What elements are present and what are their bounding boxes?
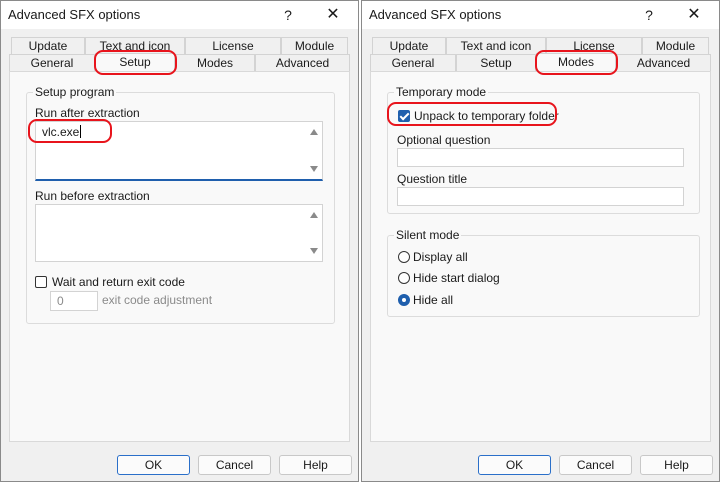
- exit-code-input[interactable]: 0: [50, 291, 98, 311]
- run-before-input[interactable]: [35, 204, 323, 262]
- tab-advanced[interactable]: Advanced: [616, 54, 711, 71]
- exit-code-value: 0: [57, 294, 64, 308]
- radio-hide-start-dialog[interactable]: [398, 272, 410, 284]
- window-title: Advanced SFX options: [8, 7, 141, 22]
- advanced-sfx-dialog-setup: Advanced SFX options ? ✕ Update Text and…: [0, 0, 359, 482]
- tab-row-back: Update Text and icon License Module: [11, 37, 348, 54]
- exit-code-label: exit code adjustment: [102, 293, 213, 307]
- temporary-mode-title: Temporary mode: [394, 85, 489, 99]
- help-icon[interactable]: ?: [273, 4, 303, 26]
- tab-module[interactable]: Module: [281, 37, 348, 54]
- tab-text-and-icon[interactable]: Text and icon: [446, 37, 546, 54]
- tab-module[interactable]: Module: [642, 37, 709, 54]
- ok-button[interactable]: OK: [478, 455, 551, 475]
- radio-hide-all-label: Hide all: [413, 293, 454, 307]
- tab-modes[interactable]: Modes: [175, 54, 255, 71]
- close-icon[interactable]: ✕: [679, 4, 709, 26]
- help-button[interactable]: Help: [640, 455, 713, 475]
- tab-general[interactable]: General: [370, 54, 456, 71]
- scroll-up-icon[interactable]: [310, 212, 318, 218]
- setup-program-title: Setup program: [33, 85, 117, 99]
- wait-exit-code-checkbox[interactable]: [35, 276, 47, 288]
- scroll-down-icon[interactable]: [310, 166, 318, 172]
- modes-tab-highlight: [535, 50, 618, 75]
- silent-mode-title: Silent mode: [394, 228, 462, 242]
- modes-page: Temporary mode Unpack to temporary folde…: [370, 71, 711, 442]
- run-before-label: Run before extraction: [35, 189, 150, 203]
- radio-display-all-label: Display all: [413, 250, 468, 264]
- cancel-button[interactable]: Cancel: [198, 455, 271, 475]
- tab-update[interactable]: Update: [11, 37, 85, 54]
- radio-hide-start-dialog-label: Hide start dialog: [413, 271, 500, 285]
- help-icon[interactable]: ?: [634, 4, 664, 26]
- tab-update[interactable]: Update: [372, 37, 446, 54]
- radio-hide-all[interactable]: [398, 294, 410, 306]
- unpack-temp-highlight: [387, 102, 557, 126]
- scroll-up-icon[interactable]: [310, 129, 318, 135]
- scroll-down-icon[interactable]: [310, 248, 318, 254]
- close-icon[interactable]: ✕: [318, 4, 348, 26]
- optional-question-label: Optional question: [397, 133, 491, 147]
- setup-tab-highlight: [94, 50, 177, 75]
- title-bar: Advanced SFX options ? ✕: [362, 1, 719, 29]
- silent-mode-group: Silent mode Display all Hide start dialo…: [387, 228, 700, 317]
- wait-exit-code-label: Wait and return exit code: [52, 275, 185, 289]
- run-after-highlight: [28, 119, 112, 143]
- question-title-input[interactable]: [397, 187, 684, 206]
- help-button[interactable]: Help: [279, 455, 352, 475]
- optional-question-input[interactable]: [397, 148, 684, 167]
- question-title-label: Question title: [397, 172, 468, 186]
- tab-general[interactable]: General: [9, 54, 95, 71]
- window-title: Advanced SFX options: [369, 7, 502, 22]
- tab-row-front: General Setup Modes Advanced: [9, 53, 350, 72]
- ok-button[interactable]: OK: [117, 455, 190, 475]
- tab-license[interactable]: License: [185, 37, 281, 54]
- title-bar: Advanced SFX options ? ✕: [1, 1, 358, 29]
- tab-advanced[interactable]: Advanced: [255, 54, 350, 71]
- advanced-sfx-dialog-modes: Advanced SFX options ? ✕ Update Text and…: [361, 0, 720, 482]
- tab-setup[interactable]: Setup: [456, 54, 536, 71]
- radio-display-all[interactable]: [398, 251, 410, 263]
- cancel-button[interactable]: Cancel: [559, 455, 632, 475]
- run-after-label: Run after extraction: [35, 106, 140, 120]
